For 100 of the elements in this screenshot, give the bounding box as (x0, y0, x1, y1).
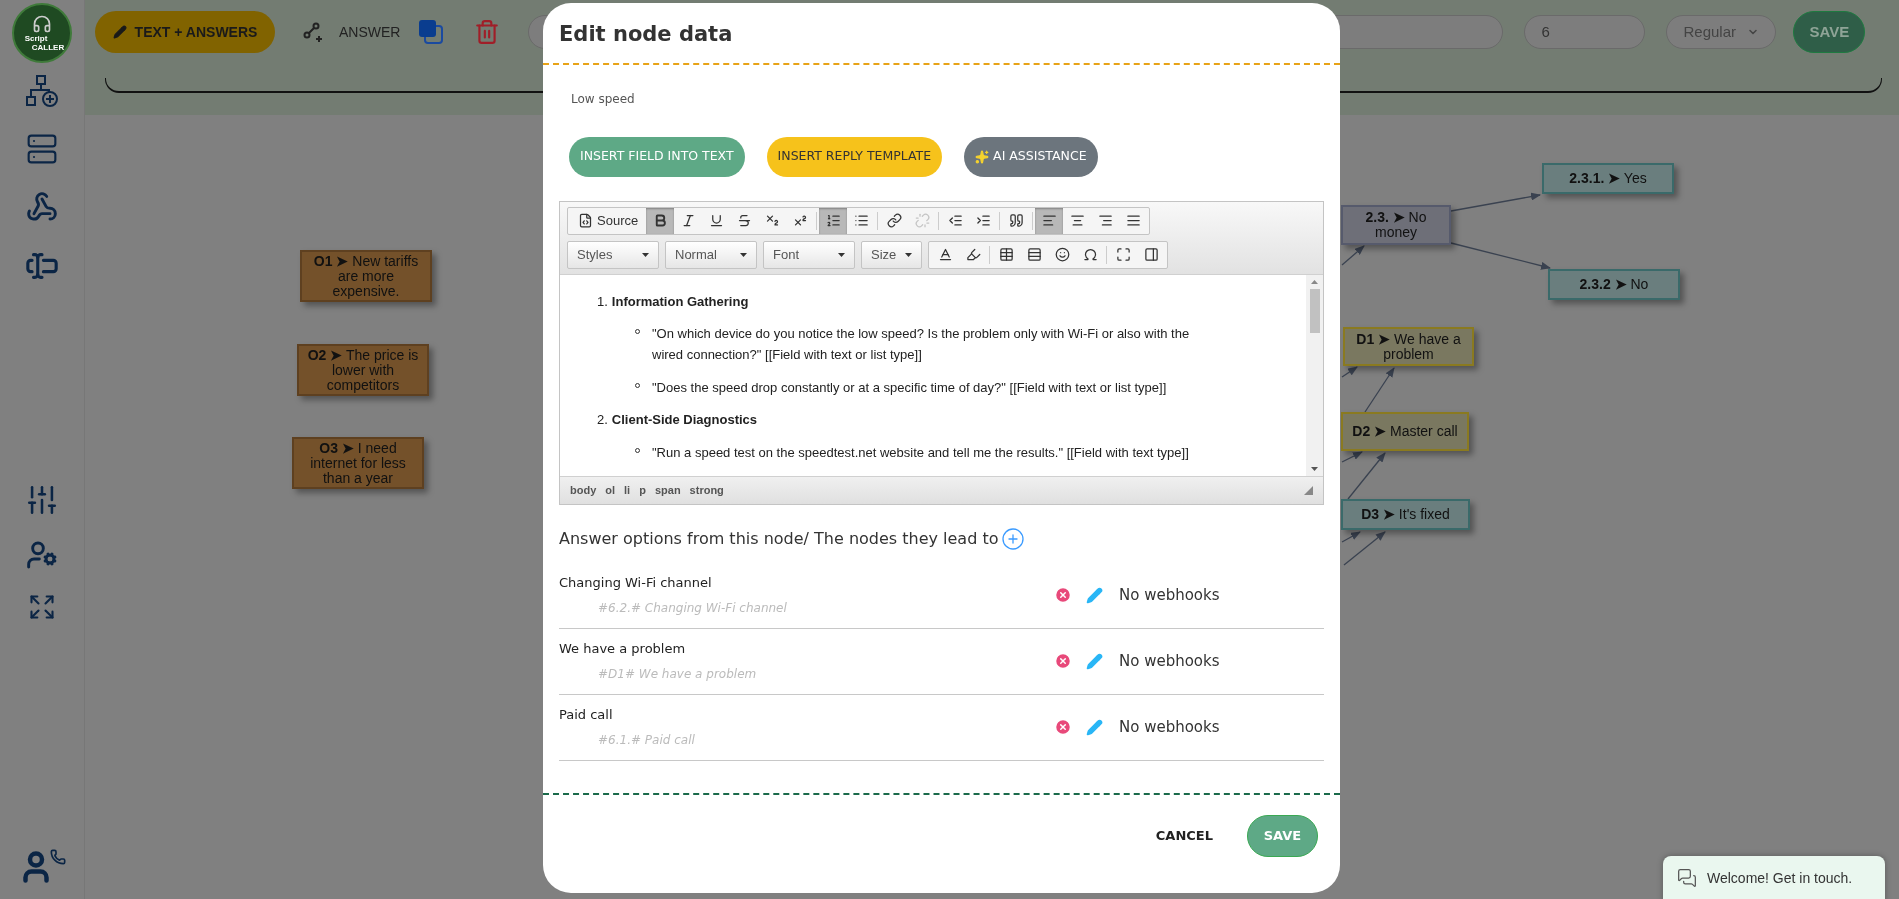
path-element[interactable]: span (654, 481, 681, 499)
unlink-icon (914, 213, 930, 228)
path-element[interactable]: strong (689, 481, 724, 499)
chat-text: Welcome! Get in touch. (1707, 869, 1853, 888)
italic-icon (680, 213, 696, 228)
smiley-icon (1054, 247, 1070, 262)
align-right-icon (1097, 213, 1113, 228)
connector-arrow (1364, 367, 1395, 413)
diagram-node[interactable]: D1 ➤ We have a problem (1343, 327, 1474, 366)
answer-button[interactable]: ANSWER (303, 21, 401, 43)
maximize-icon (1115, 247, 1131, 262)
scrollbar[interactable] (1306, 274, 1323, 476)
node-name: Low speed (571, 90, 635, 108)
list-number: 1. (597, 292, 608, 311)
toolbar-button[interactable] (646, 207, 675, 234)
toolbar-button[interactable] (1035, 207, 1064, 234)
diagram-node[interactable]: 2.3.2 ➤ No (1548, 269, 1680, 300)
scroll-up-icon[interactable] (1311, 279, 1318, 284)
path-element[interactable]: body (570, 481, 597, 499)
resize-handle-icon[interactable] (1304, 485, 1313, 495)
answer-target: #6.2.# Changing Wi-Fi channel (598, 599, 787, 617)
underline-icon (708, 213, 724, 228)
bullet-list-icon (853, 213, 869, 228)
answer-target: #D1# We have a problem (598, 665, 757, 683)
remove-icon[interactable] (1054, 652, 1072, 670)
chat-widget[interactable]: Welcome! Get in touch. (1663, 856, 1885, 899)
path-element[interactable]: ol (605, 481, 616, 499)
cancel-button[interactable]: CANCEL (1155, 825, 1213, 846)
remove-icon[interactable] (1054, 586, 1072, 604)
text-color-icon (937, 247, 953, 262)
settings-sliders-icon[interactable] (25, 483, 59, 517)
diagram-node[interactable]: O2 ➤ The price is lower with competitors (297, 344, 429, 396)
style-select[interactable]: Regular (1666, 15, 1777, 49)
format-dropdown[interactable]: Size (861, 240, 922, 269)
list-number: 2. (597, 411, 608, 429)
panel-icon (1143, 247, 1159, 262)
link-icon (886, 213, 902, 228)
diagram-node[interactable]: O1 ➤ New tariffs are more expensive. (300, 250, 432, 302)
diagram-node[interactable]: D3 ➤ It's fixed (1341, 499, 1470, 530)
answer-title: Changing Wi-Fi channel (559, 574, 712, 593)
user-settings-icon[interactable] (26, 539, 58, 571)
save-button[interactable]: SAVE (1247, 814, 1318, 857)
answer-target: #6.1.# Paid call (598, 731, 695, 749)
diagram-node[interactable]: 2.3.1. ➤ Yes (1542, 163, 1674, 194)
diagram-node[interactable]: O3 ➤ I need internet for less than a year (292, 437, 424, 489)
path-element[interactable]: p (639, 481, 646, 499)
format-dropdown[interactable]: Normal (665, 240, 757, 269)
webhooks-status: No webhooks (1119, 650, 1221, 672)
format-dropdown[interactable]: Font (763, 240, 855, 269)
omega-icon (1082, 247, 1098, 262)
scrollbar-thumb[interactable] (1309, 288, 1320, 333)
numbered-list-icon (825, 213, 841, 228)
dialog-title: Edit node data (559, 21, 733, 48)
diagram-node[interactable]: D2 ➤ Master call (1341, 412, 1469, 451)
expand-icon[interactable] (28, 593, 56, 621)
scroll-down-icon[interactable] (1311, 466, 1318, 471)
webhooks-status: No webhooks (1119, 716, 1221, 738)
text-answers-button[interactable]: TEXT + ANSWERS (95, 11, 275, 53)
diagram-node[interactable]: 2.3. ➤ No money (1341, 205, 1451, 245)
justify-icon (1125, 213, 1141, 228)
save-button[interactable]: SAVE (1793, 11, 1866, 53)
logo-text: CALLER (31, 43, 65, 52)
chat-icon (1677, 868, 1697, 888)
action-button[interactable]: INSERT REPLY TEMPLATE (766, 136, 943, 177)
pencil-icon (112, 25, 127, 39)
highlighter-icon (965, 247, 981, 262)
format-dropdown[interactable]: Styles (567, 240, 659, 269)
section-heading: Client-Side Diagnostics (611, 411, 758, 429)
logo-text: Script (24, 34, 48, 43)
caret-icon (838, 252, 845, 257)
caret-icon (905, 252, 912, 257)
align-center-icon (1069, 213, 1085, 228)
source-button[interactable]: Source (570, 207, 647, 234)
path-element[interactable]: li (624, 481, 631, 499)
superscript-icon (792, 213, 808, 228)
list-item-text: "On which device do you notice the low speed? Is the problem only with Wi-Fi or also with the wired connection?" [[Field with text or list type]] (652, 325, 1191, 364)
logo[interactable]: Script CALLER (12, 3, 72, 63)
indent-icon (975, 213, 991, 228)
list-item-text: "Run a speed test on the speedtest.net website and tell me the results." [[Field with text type]] (652, 443, 1189, 462)
add-icon[interactable] (1001, 526, 1026, 551)
section-heading: Information Gathering (611, 292, 749, 311)
connector-arrow (1341, 366, 1358, 378)
list-item-text: "Does the speed drop constantly or at a specific time of day?" [[Field with text or list type]] (652, 379, 1167, 397)
action-button[interactable]: AI ASSISTANCE (964, 136, 1098, 177)
hierarchy-plus-icon[interactable] (25, 75, 59, 107)
caret-icon (740, 252, 747, 257)
server-icon[interactable] (26, 133, 58, 165)
align-left-icon (1041, 213, 1057, 228)
answer-title: We have a problem (559, 640, 686, 659)
connector-arrow (1341, 245, 1365, 266)
webhooks-status: No webhooks (1119, 584, 1221, 606)
webhook-icon[interactable] (26, 191, 58, 223)
table-icon (998, 247, 1014, 262)
remove-icon[interactable] (1054, 718, 1072, 736)
horizontal-lines-icon (1026, 247, 1042, 262)
answer-title: Paid call (559, 706, 613, 725)
action-button[interactable]: INSERT FIELD INTO TEXT (569, 136, 745, 177)
toolbar-button[interactable] (819, 207, 848, 234)
number-field[interactable]: 6 (1524, 15, 1646, 49)
quote-icon (1008, 213, 1024, 228)
